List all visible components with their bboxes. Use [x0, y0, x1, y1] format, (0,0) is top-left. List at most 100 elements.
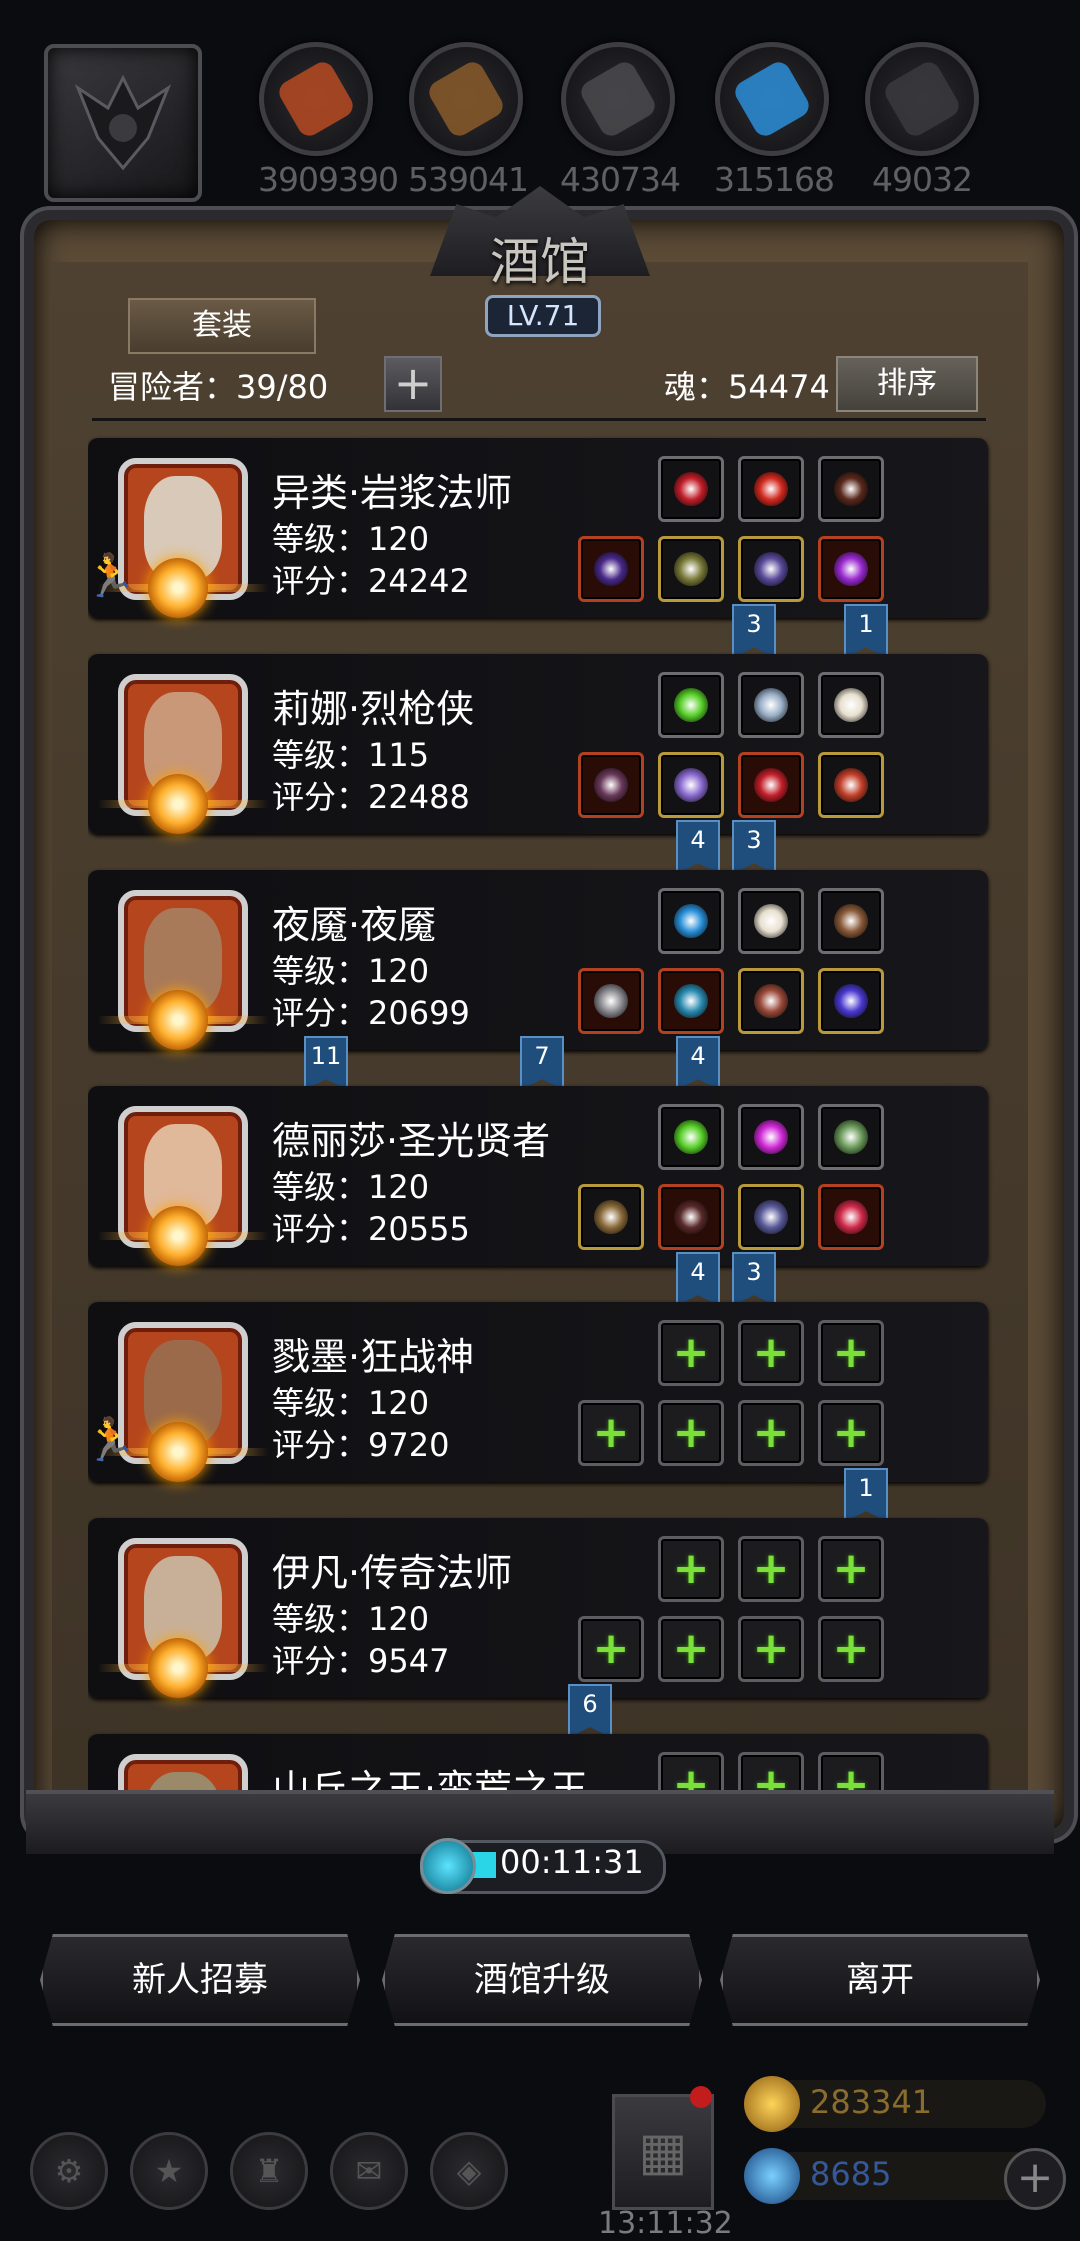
empty-equipment-slot[interactable]: +: [658, 1400, 724, 1466]
hero-name: 异类·岩浆法师: [272, 471, 513, 515]
equipment-slot[interactable]: [818, 1104, 884, 1170]
hero-level: 等级：120: [272, 1168, 430, 1206]
empty-equipment-slot[interactable]: +: [818, 1400, 884, 1466]
equipment-slot[interactable]: [738, 672, 804, 738]
recruit-button[interactable]: 新人招募: [40, 1934, 360, 2026]
steel-icon: [865, 42, 979, 156]
hero-card[interactable]: 🏃 异类·岩浆法师 等级：120 评分：24242: [88, 438, 988, 618]
equipment-slot[interactable]: [578, 1184, 644, 1250]
equipment-slot[interactable]: [818, 968, 884, 1034]
hero-score: 评分：9547: [272, 1642, 450, 1680]
divider: [92, 418, 986, 421]
equipment-slot[interactable]: [738, 1184, 804, 1250]
hero-score: 评分：24242: [272, 562, 470, 600]
hero-row[interactable]: 德丽莎·圣光贤者 等级：120 评分：20555 4 3: [88, 1078, 1018, 1306]
equipment-slot[interactable]: [818, 1184, 884, 1250]
castle-icon[interactable]: ♜: [230, 2132, 308, 2210]
equipment-slot[interactable]: [738, 536, 804, 602]
empty-equipment-slot[interactable]: +: [658, 1616, 724, 1682]
equipment-slot[interactable]: [578, 536, 644, 602]
empty-equipment-slot[interactable]: +: [818, 1616, 884, 1682]
empty-equipment-slot[interactable]: +: [818, 1320, 884, 1386]
gift-icon[interactable]: ▦: [612, 2094, 714, 2210]
hero-card[interactable]: 莉娜·烈枪侠 等级：115 评分：22488: [88, 654, 988, 834]
empty-equipment-slot[interactable]: +: [578, 1400, 644, 1466]
equipment-slot[interactable]: [818, 456, 884, 522]
equipment-item-icon: [834, 768, 868, 802]
hero-row[interactable]: 夜魇·夜魇 等级：120 评分：20699 11 7 4: [88, 862, 1018, 1090]
hero-card[interactable]: 德丽莎·圣光贤者 等级：120 评分：20555: [88, 1086, 988, 1266]
empty-equipment-slot[interactable]: +: [658, 1320, 724, 1386]
empty-equipment-slot[interactable]: +: [738, 1400, 804, 1466]
equipment-slot[interactable]: [738, 752, 804, 818]
resource-crystal[interactable]: 315168: [714, 42, 835, 199]
hero-row[interactable]: 伊凡·传奇法师 等级：120 评分：9547 + + + + + + +6: [88, 1510, 1018, 1738]
equipment-slot[interactable]: [578, 968, 644, 1034]
equipment-item-icon: [674, 1120, 708, 1154]
add-equipment-icon: +: [752, 1327, 790, 1378]
empty-equipment-slot[interactable]: +: [658, 1536, 724, 1602]
resource-wood[interactable]: 539041: [408, 42, 529, 199]
refresh-timer: 00:11:31: [500, 1843, 644, 1881]
equipment-slot[interactable]: [658, 1184, 724, 1250]
expedition-icon: 🏃: [88, 551, 137, 600]
equipment-slot[interactable]: [658, 456, 724, 522]
mail-icon[interactable]: ✉: [330, 2132, 408, 2210]
add-equipment-icon: +: [672, 1407, 710, 1458]
expedition-icon: 🏃: [88, 1415, 137, 1464]
upgrade-tavern-button[interactable]: 酒馆升级: [382, 1934, 702, 2026]
empty-equipment-slot[interactable]: +: [738, 1320, 804, 1386]
equipment-slot[interactable]: [658, 672, 724, 738]
add-slot-button[interactable]: +: [384, 356, 442, 412]
resource-meat[interactable]: 3909390: [258, 42, 399, 199]
sort-button[interactable]: 排序: [836, 356, 978, 412]
equipment-slot[interactable]: [818, 536, 884, 602]
box-icon[interactable]: ◈: [430, 2132, 508, 2210]
equipment-item-icon: [834, 552, 868, 586]
set-button[interactable]: 套装: [128, 298, 316, 354]
rank-star-icon: [148, 558, 208, 618]
hero-name: 德丽莎·圣光贤者: [272, 1119, 551, 1163]
hero-card[interactable]: 夜魇·夜魇 等级：120 评分：20699: [88, 870, 988, 1050]
hero-list[interactable]: 🏃 异类·岩浆法师 等级：120 评分：24242 3 1 莉娜·烈枪侠 等级：115 评分：2…: [88, 430, 1018, 1820]
tavern-title: 酒馆: [490, 233, 590, 291]
hero-row[interactable]: 莉娜·烈枪侠 等级：115 评分：22488 4 3: [88, 646, 1018, 874]
settings-icon[interactable]: ⚙: [30, 2132, 108, 2210]
rank-star-icon: [148, 1638, 208, 1698]
guild-emblem[interactable]: [44, 44, 202, 202]
equipment-slot[interactable]: [658, 752, 724, 818]
hero-row[interactable]: 🏃 异类·岩浆法师 等级：120 评分：24242 3 1: [88, 430, 1018, 658]
hero-card[interactable]: 🏃 戮墨·狂战神 等级：120 评分：9720 + + + + + + +: [88, 1302, 988, 1482]
star-icon[interactable]: ★: [130, 2132, 208, 2210]
equipment-slot[interactable]: [738, 968, 804, 1034]
equipment-slot[interactable]: [658, 536, 724, 602]
clock-icon: [420, 1838, 476, 1894]
empty-equipment-slot[interactable]: +: [578, 1616, 644, 1682]
gem-icon: [744, 2148, 800, 2204]
add-equipment-icon: +: [832, 1543, 870, 1594]
equipment-slot[interactable]: [658, 888, 724, 954]
equipment-slot[interactable]: [578, 752, 644, 818]
add-currency-button[interactable]: +: [1004, 2148, 1066, 2210]
equipment-slot[interactable]: [738, 888, 804, 954]
empty-equipment-slot[interactable]: +: [738, 1616, 804, 1682]
resource-steel[interactable]: 49032: [864, 42, 980, 199]
hero-name: 戮墨·狂战神: [272, 1335, 475, 1379]
equipment-item-icon: [754, 472, 788, 506]
hero-row[interactable]: 🏃 戮墨·狂战神 等级：120 评分：9720 + + + + + + +1: [88, 1294, 1018, 1522]
hero-card[interactable]: 伊凡·传奇法师 等级：120 评分：9547 + + + + + + +: [88, 1518, 988, 1698]
equipment-slot[interactable]: [658, 1104, 724, 1170]
resource-iron[interactable]: 430734: [560, 42, 681, 199]
equipment-slot[interactable]: [738, 1104, 804, 1170]
add-equipment-icon: +: [672, 1623, 710, 1674]
equipment-slot[interactable]: [818, 672, 884, 738]
game-clock: 13:11:32: [598, 2206, 733, 2241]
empty-equipment-slot[interactable]: +: [738, 1536, 804, 1602]
equipment-slot[interactable]: [658, 968, 724, 1034]
leave-button[interactable]: 离开: [720, 1934, 1040, 2026]
equipment-slot[interactable]: [818, 752, 884, 818]
equipment-slot[interactable]: [738, 456, 804, 522]
empty-equipment-slot[interactable]: +: [818, 1536, 884, 1602]
equipment-slot[interactable]: [818, 888, 884, 954]
hero-score: 评分：20699: [272, 994, 470, 1032]
